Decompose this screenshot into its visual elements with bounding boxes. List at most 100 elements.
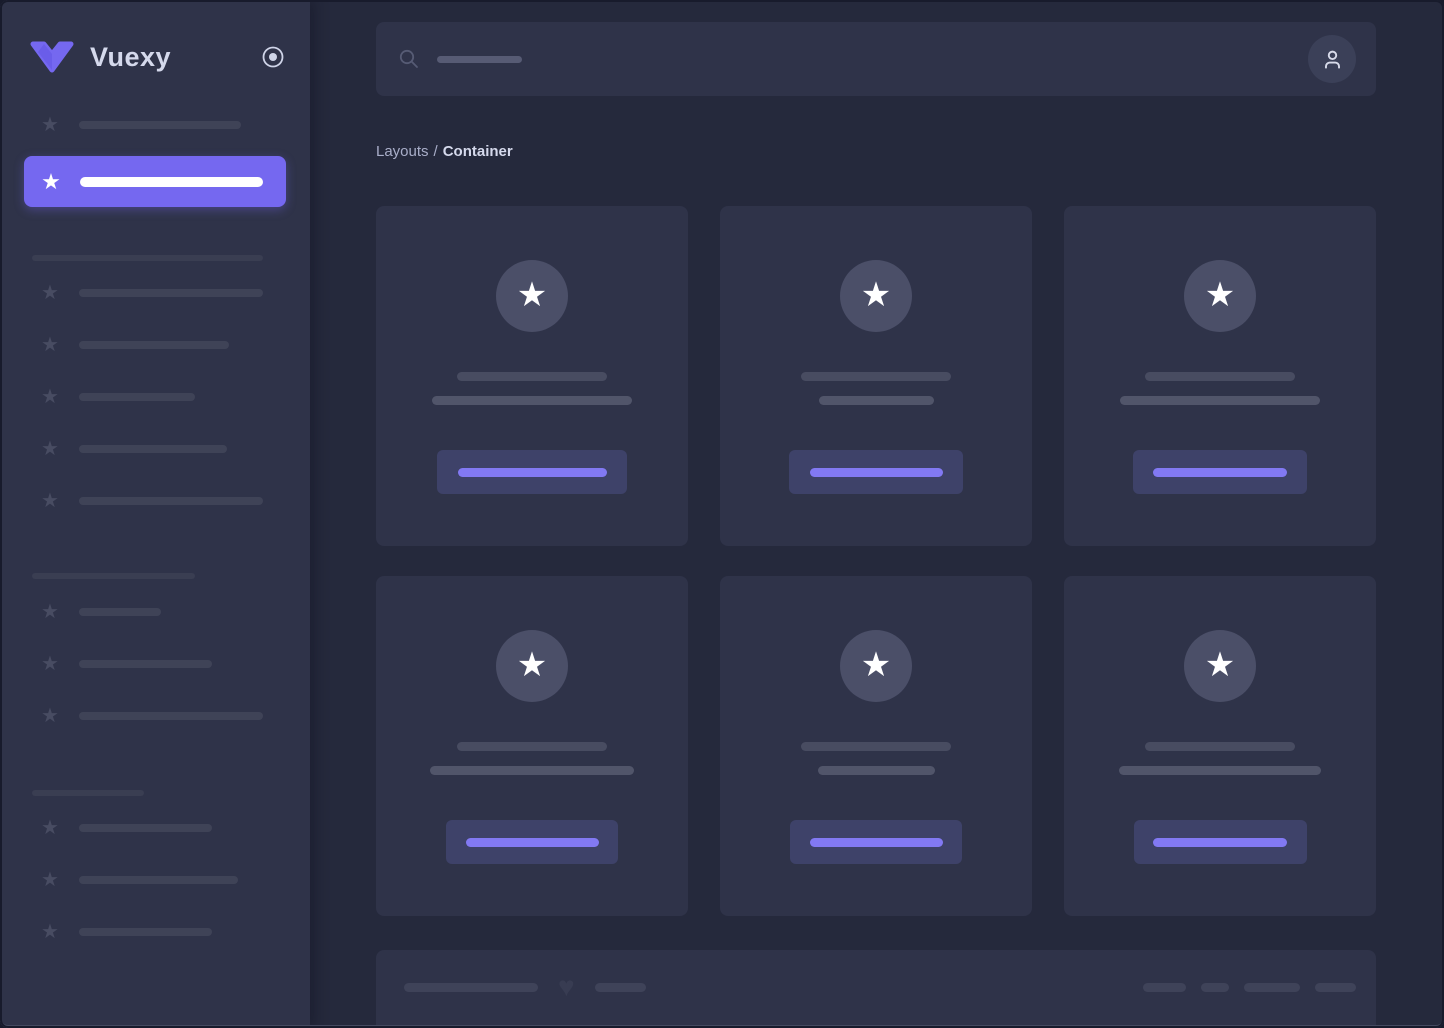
skeleton-title-bar [1145, 372, 1295, 381]
card-avatar-circle: ★ [496, 260, 568, 332]
star-icon: ★ [41, 869, 59, 891]
skeleton-title-bar [457, 742, 607, 751]
card-button[interactable] [1133, 820, 1307, 864]
skeleton-subtitle-bar [818, 396, 934, 405]
star-icon: ★ [41, 921, 59, 943]
skeleton-button-label [809, 837, 943, 847]
placeholder-card: ★ [1064, 576, 1376, 916]
star-icon: ★ [41, 334, 59, 356]
skeleton-bar [79, 121, 241, 129]
card-button[interactable] [437, 450, 627, 494]
star-icon: ★ [41, 601, 59, 623]
vuexy-logo-icon [30, 41, 74, 73]
search-input[interactable] [376, 22, 1376, 96]
card-avatar-circle: ★ [1184, 630, 1256, 702]
card-button[interactable] [789, 450, 963, 494]
skeleton-bar [404, 983, 538, 992]
skeleton-button-label [457, 467, 607, 477]
star-icon: ★ [41, 653, 59, 675]
card-button[interactable] [1133, 450, 1307, 494]
section-header-skeleton [32, 573, 195, 579]
skeleton-title-bar [1145, 742, 1295, 751]
sidebar-item[interactable]: ★ [23, 854, 287, 906]
skeleton-bar [79, 289, 263, 297]
section-header-skeleton [32, 255, 263, 261]
skeleton-button-label [1153, 837, 1287, 847]
sidebar-item[interactable]: ★ [23, 638, 287, 690]
footer-left-group: ♥ [404, 971, 646, 1002]
footer-card: ♥ [376, 950, 1376, 1028]
search-icon [399, 49, 418, 68]
sidebar-item[interactable]: ★ [23, 267, 287, 319]
star-icon: ★ [41, 168, 61, 194]
placeholder-card: ★ [720, 206, 1032, 546]
skeleton-bar [79, 928, 212, 936]
skeleton-bar [1143, 983, 1186, 992]
menu-pin-toggle-icon[interactable] [260, 44, 286, 70]
user-avatar-button[interactable] [1308, 35, 1356, 83]
skeleton-bar [1244, 983, 1300, 992]
sidebar-item[interactable]: ★ [23, 104, 287, 146]
star-icon: ★ [41, 490, 59, 512]
skeleton-button-label [1153, 467, 1287, 477]
skeleton-bar [79, 393, 195, 401]
card-avatar-circle: ★ [496, 630, 568, 702]
main-content: Layouts / Container ★ ★ ★ ★ ★ ★ ♥ [310, 0, 1444, 1028]
star-icon: ★ [516, 645, 548, 684]
card-avatar-circle: ★ [1184, 260, 1256, 332]
sidebar-item[interactable]: ★ [23, 586, 287, 638]
skeleton-bar [1201, 983, 1229, 992]
star-icon: ★ [41, 114, 59, 136]
sidebar-item[interactable]: ★ [23, 319, 287, 371]
star-icon: ★ [1204, 645, 1236, 684]
card-button[interactable] [790, 820, 962, 864]
sidebar-item[interactable]: ★ [23, 690, 287, 742]
skeleton-bar [79, 445, 227, 453]
sidebar-item[interactable]: ★ [23, 802, 287, 854]
sidebar-item-active[interactable]: ★ [24, 156, 286, 207]
placeholder-card: ★ [720, 576, 1032, 916]
card-button[interactable] [446, 820, 618, 864]
app-window: Vuexy ★ ★ ★ ★ ★ ★ ★ ★ ★ ★ ★ ★ ★ Layouts … [0, 0, 1444, 1028]
star-icon: ★ [1204, 275, 1236, 314]
skeleton-bar [80, 176, 263, 187]
breadcrumb-parent-link[interactable]: Layouts [376, 143, 429, 160]
brand-title: Vuexy [90, 41, 172, 72]
section-header-skeleton [32, 790, 144, 796]
sidebar: Vuexy ★ ★ ★ ★ ★ ★ ★ ★ ★ ★ ★ ★ ★ [0, 0, 310, 1028]
skeleton-subtitle-bar [1119, 766, 1321, 775]
sidebar-section: ★ ★ ★ [23, 790, 287, 958]
skeleton-bar [594, 983, 646, 992]
skeleton-button-label [809, 467, 943, 477]
card-avatar-circle: ★ [840, 260, 912, 332]
star-icon: ★ [516, 275, 548, 314]
card-avatar-circle: ★ [840, 630, 912, 702]
skeleton-bar [79, 660, 212, 668]
skeleton-bar [1315, 983, 1356, 992]
skeleton-subtitle-bar [430, 766, 634, 775]
star-icon: ★ [41, 705, 59, 727]
placeholder-card: ★ [376, 576, 688, 916]
app-layout: Vuexy ★ ★ ★ ★ ★ ★ ★ ★ ★ ★ ★ ★ ★ Layouts … [0, 0, 1444, 1028]
user-icon [1324, 50, 1340, 69]
placeholder-card: ★ [1064, 206, 1376, 546]
breadcrumb-current: Container [442, 143, 513, 160]
skeleton-bar [79, 876, 238, 884]
skeleton-subtitle-bar [817, 766, 935, 775]
sidebar-section: ★ ★ ★ [23, 573, 287, 742]
sidebar-item[interactable]: ★ [23, 371, 287, 423]
star-icon: ★ [41, 438, 59, 460]
sidebar-header: Vuexy [0, 0, 310, 74]
star-icon: ★ [41, 817, 59, 839]
skeleton-subtitle-bar [1120, 396, 1320, 405]
skeleton-button-label [465, 837, 599, 847]
sidebar-item[interactable]: ★ [23, 906, 287, 958]
sidebar-item[interactable]: ★ [23, 423, 287, 475]
star-icon: ★ [860, 645, 892, 684]
sidebar-item[interactable]: ★ [23, 475, 287, 527]
heart-icon: ♥ [558, 971, 575, 1002]
skeleton-bar [79, 824, 212, 832]
star-icon: ★ [41, 282, 59, 304]
sidebar-nav: ★ ★ ★ ★ ★ ★ ★ ★ ★ ★ ★ ★ ★ [0, 104, 310, 958]
skeleton-subtitle-bar [432, 396, 632, 405]
